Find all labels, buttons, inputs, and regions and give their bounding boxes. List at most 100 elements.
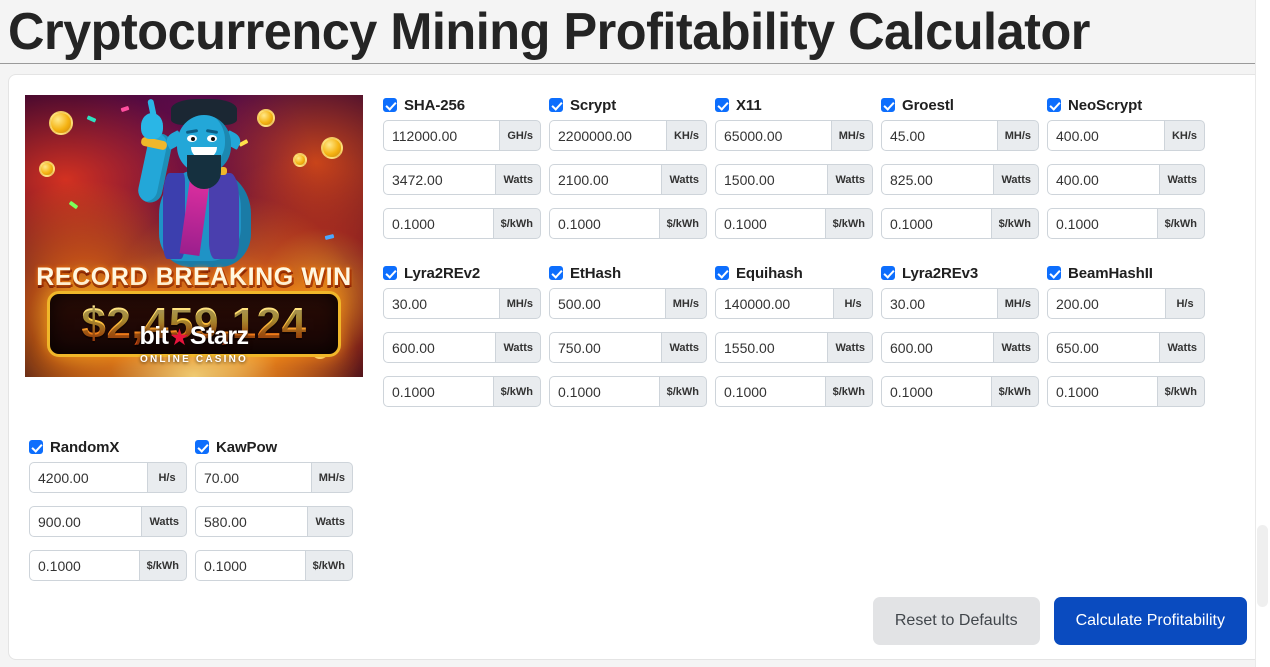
- ad-brand-part2: Starz: [189, 322, 249, 350]
- power-input-ethash[interactable]: [549, 332, 662, 363]
- algorithm-checkbox-scrypt[interactable]: [549, 98, 563, 112]
- cost-input-randomx[interactable]: [29, 550, 139, 581]
- power-unit-addon: Watts: [993, 164, 1039, 195]
- cost-input-ethash[interactable]: [549, 376, 659, 407]
- genie-pupil-right: [211, 137, 215, 141]
- reset-to-defaults-button[interactable]: Reset to Defaults: [872, 597, 1040, 645]
- power-unit-addon: Watts: [661, 332, 707, 363]
- algorithm-card-scrypt: Scrypt KH/s Watts $/kWh: [549, 95, 707, 239]
- algorithm-checkbox-lyra2rev3[interactable]: [881, 266, 895, 280]
- cost-input-lyra2rev3[interactable]: [881, 376, 991, 407]
- cost-input-equihash[interactable]: [715, 376, 825, 407]
- cost-input-groestl[interactable]: [881, 208, 991, 239]
- cost-input-lyra2rev2[interactable]: [383, 376, 493, 407]
- hashrate-input-equihash[interactable]: [715, 288, 833, 319]
- power-input-sha-256[interactable]: [383, 164, 496, 195]
- hashrate-input-x11[interactable]: [715, 120, 831, 151]
- algorithm-card-lyra2rev3: Lyra2REv3 MH/s Watts $/kWh: [881, 263, 1039, 407]
- algorithm-card-x11: X11 MH/s Watts $/kWh: [715, 95, 873, 239]
- cost-unit-addon: $/kWh: [824, 376, 873, 407]
- power-input-lyra2rev2[interactable]: [383, 332, 496, 363]
- power-input-beamhashii[interactable]: [1047, 332, 1160, 363]
- algorithm-header: Lyra2REv3: [881, 263, 1039, 283]
- hashrate-input-ethash[interactable]: [549, 288, 665, 319]
- hashrate-input-randomx[interactable]: [29, 462, 147, 493]
- power-unit-addon: Watts: [495, 332, 541, 363]
- power-input-group: Watts: [881, 164, 1039, 195]
- power-unit-addon: Watts: [827, 164, 873, 195]
- algorithm-checkbox-beamhashii[interactable]: [1047, 266, 1061, 280]
- algorithm-label: X11: [736, 96, 762, 114]
- power-input-equihash[interactable]: [715, 332, 828, 363]
- power-input-x11[interactable]: [715, 164, 828, 195]
- cost-input-x11[interactable]: [715, 208, 825, 239]
- algorithm-checkbox-ethash[interactable]: [549, 266, 563, 280]
- power-unit-addon: Watts: [307, 506, 353, 537]
- cost-input-group: $/kWh: [1047, 376, 1205, 407]
- cost-input-neoscrypt[interactable]: [1047, 208, 1157, 239]
- genie-character: [119, 97, 269, 267]
- algorithm-checkbox-randomx[interactable]: [29, 440, 43, 454]
- algorithm-label: Lyra2REv2: [404, 264, 481, 282]
- hashrate-input-beamhashii[interactable]: [1047, 288, 1165, 319]
- hashrate-input-sha-256[interactable]: [383, 120, 500, 151]
- cost-input-kawpow[interactable]: [195, 550, 305, 581]
- power-input-group: Watts: [549, 164, 707, 195]
- power-input-group: Watts: [715, 164, 873, 195]
- page-header: Cryptocurrency Mining Profitability Calc…: [0, 0, 1270, 64]
- hashrate-input-group: MH/s: [549, 288, 707, 319]
- cost-input-scrypt[interactable]: [549, 208, 659, 239]
- algorithm-card-lyra2rev2: Lyra2REv2 MH/s Watts $/kWh: [383, 263, 541, 407]
- algorithm-checkbox-neoscrypt[interactable]: [1047, 98, 1061, 112]
- power-input-neoscrypt[interactable]: [1047, 164, 1160, 195]
- power-input-randomx[interactable]: [29, 506, 142, 537]
- hashrate-input-group: MH/s: [195, 462, 353, 493]
- hashrate-input-lyra2rev2[interactable]: [383, 288, 499, 319]
- ad-brand-part1: bit: [139, 322, 169, 350]
- scrollbar-thumb[interactable]: [1257, 525, 1268, 607]
- hashrate-input-groestl[interactable]: [881, 120, 997, 151]
- ad-headline: RECORD BREAKING WIN: [36, 263, 352, 291]
- algorithm-checkbox-x11[interactable]: [715, 98, 729, 112]
- power-input-scrypt[interactable]: [549, 164, 662, 195]
- coin-icon: [293, 153, 307, 167]
- algorithm-label: Scrypt: [570, 96, 617, 114]
- algorithm-checkbox-sha-256[interactable]: [383, 98, 397, 112]
- algorithm-header: X11: [715, 95, 873, 115]
- hashrate-input-kawpow[interactable]: [195, 462, 311, 493]
- power-unit-addon: Watts: [827, 332, 873, 363]
- hashrate-input-group: GH/s: [383, 120, 541, 151]
- hashrate-input-scrypt[interactable]: [549, 120, 666, 151]
- hashrate-unit-addon: MH/s: [996, 288, 1039, 319]
- power-input-group: Watts: [29, 506, 187, 537]
- algorithm-checkbox-kawpow[interactable]: [195, 440, 209, 454]
- algorithm-checkbox-equihash[interactable]: [715, 266, 729, 280]
- page-scrollbar[interactable]: [1255, 0, 1270, 667]
- power-input-lyra2rev3[interactable]: [881, 332, 994, 363]
- cost-unit-addon: $/kWh: [304, 550, 353, 581]
- power-input-kawpow[interactable]: [195, 506, 308, 537]
- hashrate-unit-addon: KH/s: [665, 120, 707, 151]
- hashrate-input-group: MH/s: [881, 288, 1039, 319]
- advertisement-banner[interactable]: RECORD BREAKING WIN $2,459,124 bit ★Starz…: [25, 95, 363, 377]
- hashrate-input-neoscrypt[interactable]: [1047, 120, 1164, 151]
- algorithm-header: SHA-256: [383, 95, 541, 115]
- algorithm-checkbox-lyra2rev2[interactable]: [383, 266, 397, 280]
- calculate-profitability-button[interactable]: Calculate Profitability: [1053, 597, 1247, 645]
- algorithm-card-ethash: EtHash MH/s Watts $/kWh: [549, 263, 707, 407]
- hashrate-input-group: MH/s: [383, 288, 541, 319]
- cost-input-group: $/kWh: [715, 376, 873, 407]
- cost-input-sha-256[interactable]: [383, 208, 493, 239]
- cost-input-group: $/kWh: [195, 550, 353, 581]
- algorithm-header: Lyra2REv2: [383, 263, 541, 283]
- algorithm-header: EtHash: [549, 263, 707, 283]
- power-input-groestl[interactable]: [881, 164, 994, 195]
- algorithm-row: RandomX H/s Watts $/kWh: [29, 437, 359, 581]
- hashrate-input-group: H/s: [1047, 288, 1205, 319]
- cost-input-beamhashii[interactable]: [1047, 376, 1157, 407]
- algorithm-header: RandomX: [29, 437, 187, 457]
- hashrate-input-lyra2rev3[interactable]: [881, 288, 997, 319]
- algorithm-checkbox-groestl[interactable]: [881, 98, 895, 112]
- coin-icon: [39, 161, 55, 177]
- power-input-group: Watts: [881, 332, 1039, 363]
